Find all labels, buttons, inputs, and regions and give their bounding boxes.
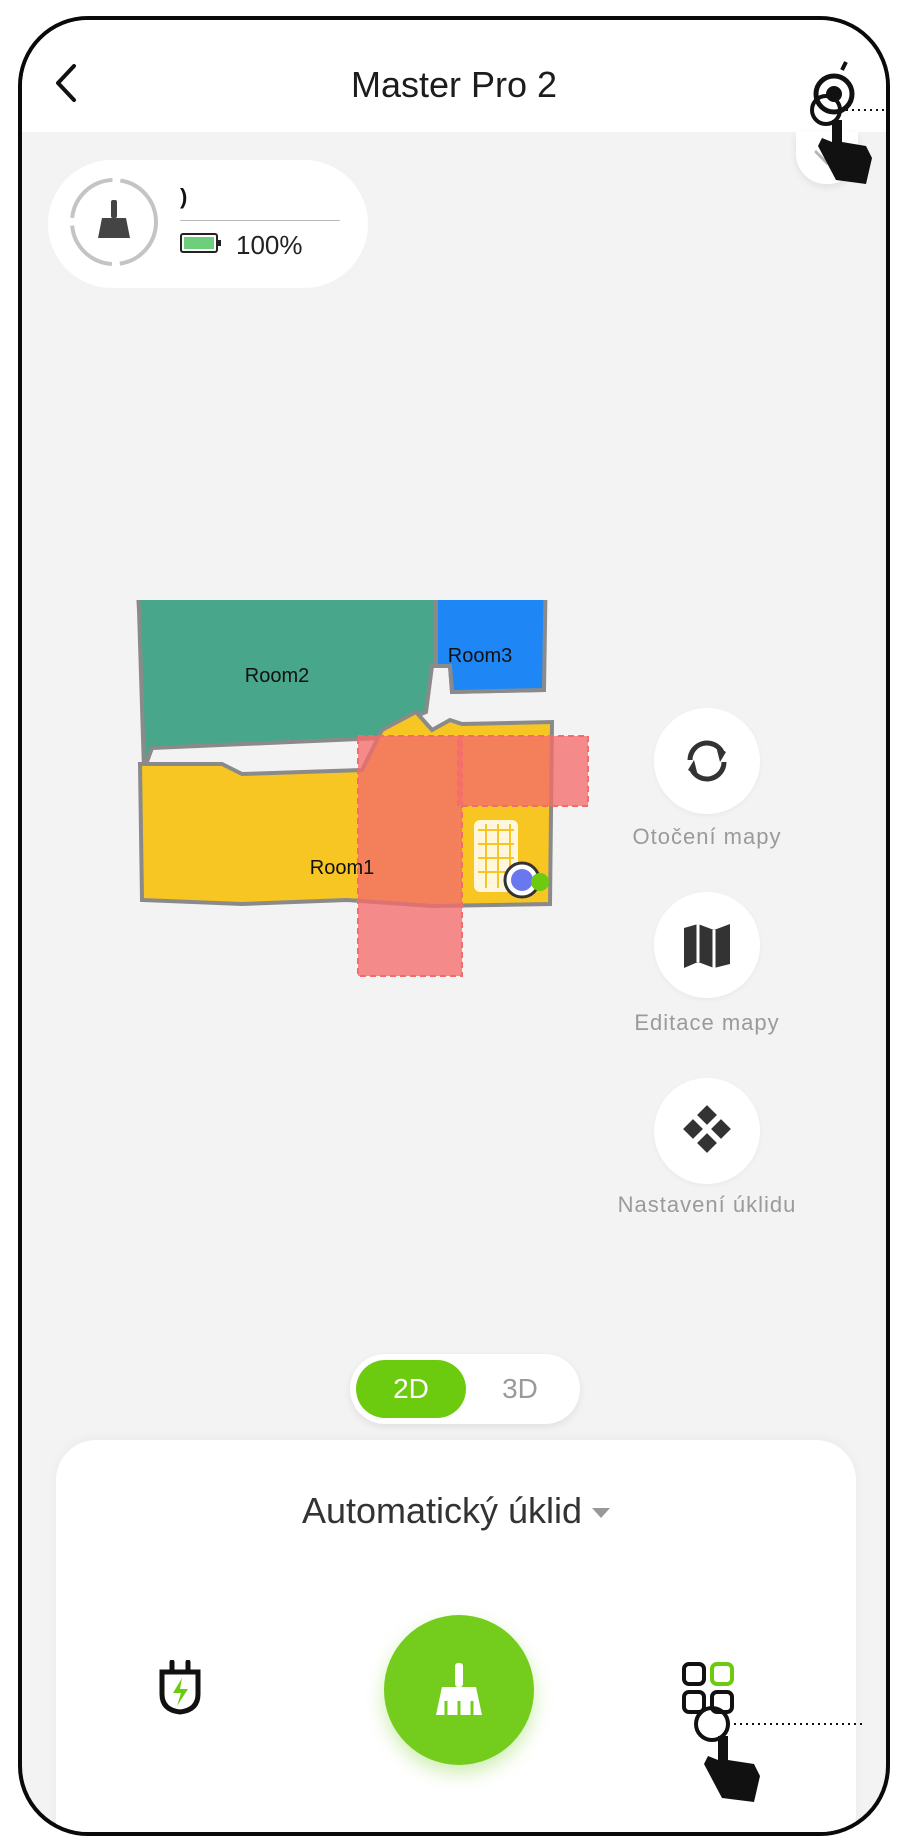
view-toggle[interactable]: 2D 3D xyxy=(350,1354,580,1424)
edit-map-label: Editace mapy xyxy=(634,1010,780,1035)
divider xyxy=(180,220,340,221)
recharge-icon[interactable] xyxy=(156,1660,204,1716)
status-ring xyxy=(70,178,158,266)
caret-down-icon xyxy=(592,1508,611,1519)
touch-hint-icon xyxy=(810,94,886,184)
control-panel: Automatický úklid xyxy=(56,1440,862,1832)
map-icon xyxy=(684,924,730,968)
battery-icon xyxy=(180,233,221,253)
edit-map-button[interactable] xyxy=(654,892,760,998)
rotate-map-label: Otočení mapy xyxy=(632,824,782,849)
room-label: Room2 xyxy=(245,665,309,687)
room-label: Room1 xyxy=(310,857,374,879)
view-2d-button[interactable]: 2D xyxy=(356,1360,466,1418)
battery-percent: 100% xyxy=(236,230,303,260)
no-go-zone[interactable] xyxy=(457,735,589,807)
clean-mode-label: Automatický úklid xyxy=(301,1490,583,1531)
status-mode: ) xyxy=(180,184,188,209)
no-go-zone[interactable] xyxy=(357,735,463,977)
clean-settings-icon xyxy=(683,1105,731,1153)
room-label: Room3 xyxy=(448,645,512,667)
clean-mode-selector[interactable]: Automatický úklid xyxy=(56,1490,856,1532)
touch-hint-icon xyxy=(694,1706,862,1802)
clean-settings-label: Nastavení úklidu xyxy=(617,1192,797,1217)
header: Master Pro 2 xyxy=(22,20,886,132)
rotate-map-button[interactable] xyxy=(654,708,760,814)
phone-frame: Master Pro 2 ) 100% Room2 Room3 Room1 Ot… xyxy=(18,16,890,1836)
broom-icon xyxy=(98,200,130,238)
status-card[interactable]: ) 100% xyxy=(48,160,368,288)
page-title: Master Pro 2 xyxy=(350,64,558,105)
rotate-icon xyxy=(687,740,727,782)
view-3d-button[interactable]: 3D xyxy=(466,1360,574,1418)
start-clean-button[interactable] xyxy=(384,1615,534,1765)
clean-settings-button[interactable] xyxy=(654,1078,760,1184)
broom-icon xyxy=(436,1663,482,1715)
